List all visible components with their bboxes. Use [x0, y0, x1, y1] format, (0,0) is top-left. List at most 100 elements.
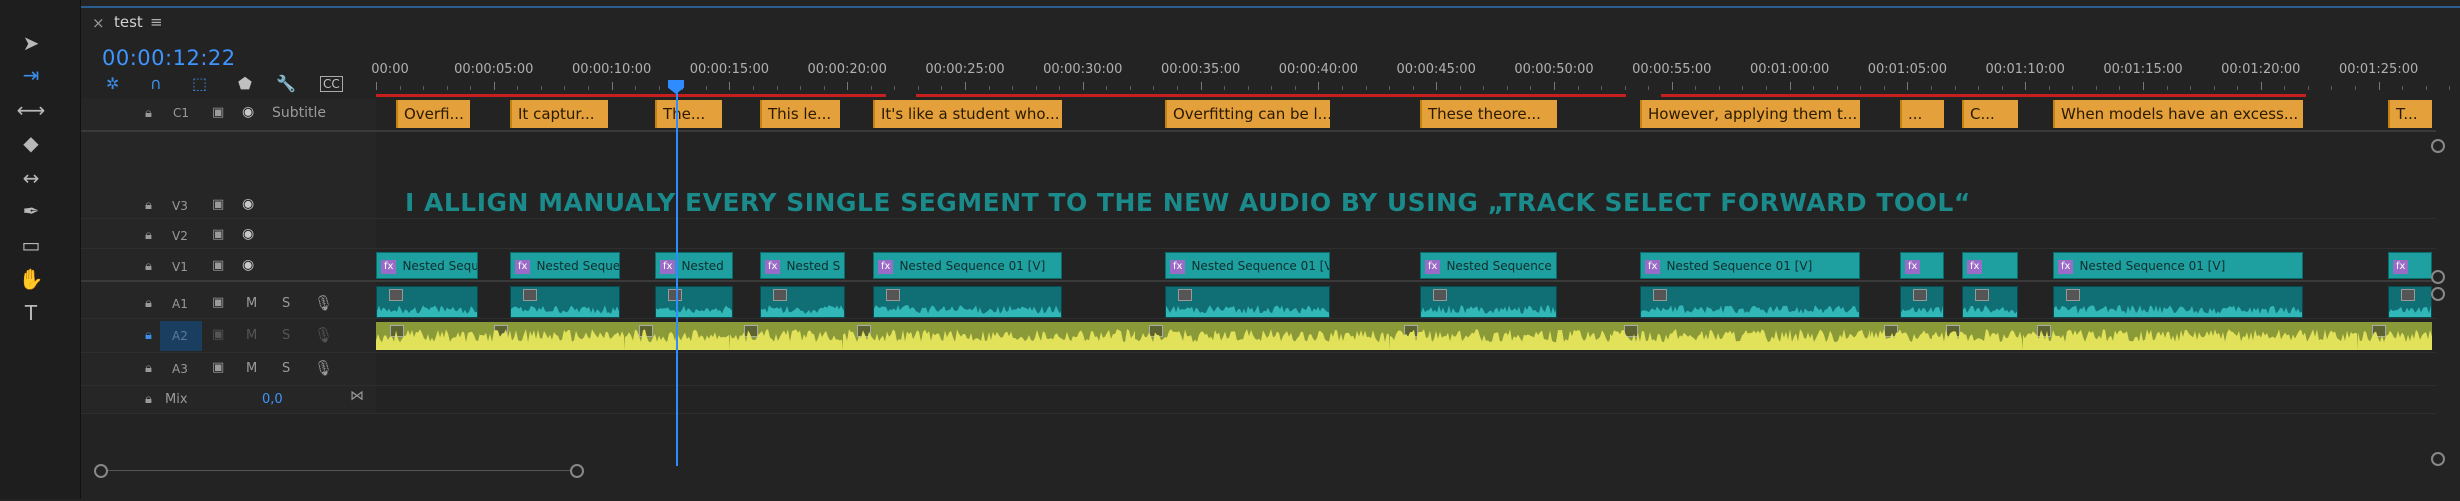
a1-lock-icon[interactable]: 🔒︎	[145, 296, 152, 311]
v1-eye-icon[interactable]: ◉	[242, 257, 254, 273]
video-clip[interactable]: fx	[2388, 252, 2432, 279]
v1-sync-lock-icon[interactable]: ▣	[212, 258, 224, 273]
video-clip[interactable]: fx Nested Sequ	[376, 252, 478, 279]
playhead-timecode[interactable]: 00:00:12:22	[102, 46, 236, 70]
ripple-edit-tool-icon[interactable]: ⟷	[17, 97, 46, 123]
subtitle-clip[interactable]: It's like a student who...	[873, 100, 1062, 128]
a3-voiceover-mic-icon[interactable]: 🎙︎	[314, 359, 333, 377]
a3-sync-lock-icon[interactable]: ▣	[212, 360, 224, 375]
time-ruler[interactable]: 00:00 00:00:05:00 00:00:10:00 00:00:15:00 00…	[371, 62, 2451, 97]
v3-lock-icon[interactable]: 🔒︎	[145, 198, 152, 213]
tab-close-icon[interactable]: ×	[92, 14, 105, 32]
slip-tool-icon[interactable]: ↔	[18, 165, 44, 191]
scroll-right-handle[interactable]	[570, 464, 584, 478]
v1-track-id[interactable]: V1	[172, 260, 188, 274]
audio-clip-a2[interactable]	[1135, 322, 1390, 350]
a2-solo-button[interactable]: S	[282, 328, 290, 343]
a2-sync-lock-icon[interactable]: ▣	[212, 327, 224, 342]
playhead-line[interactable]	[676, 82, 678, 466]
audio-clip-a1[interactable]	[376, 286, 478, 318]
subtitle-clip[interactable]: These theore...	[1420, 100, 1557, 128]
linked-selection-icon[interactable]: ⬚	[192, 74, 207, 93]
scroll-left-handle[interactable]	[94, 464, 108, 478]
audio-vertical-scroll-handle-bottom[interactable]	[2431, 452, 2445, 466]
a3-track-id[interactable]: A3	[172, 362, 188, 376]
audio-clip-a2[interactable]	[1932, 322, 2023, 350]
a1-track-id[interactable]: A1	[172, 297, 188, 311]
audio-clip-a1[interactable]	[1165, 286, 1330, 318]
v2-sync-lock-icon[interactable]: ▣	[212, 227, 224, 242]
audio-clip-a1[interactable]	[1962, 286, 2018, 318]
subtitle-clip[interactable]: Overfi...	[396, 100, 470, 128]
tab-menu-icon[interactable]: ≡	[150, 13, 163, 31]
v3-eye-icon[interactable]: ◉	[242, 196, 254, 212]
audio-clip-a1[interactable]	[1900, 286, 1944, 318]
video-clip[interactable]: fx	[1900, 252, 1944, 279]
v2-track-id[interactable]: V2	[172, 229, 188, 243]
audio-clip-a1[interactable]	[2388, 286, 2432, 318]
a1-voiceover-mic-icon[interactable]: 🎙︎	[314, 294, 333, 312]
subtitle-clip[interactable]: When models have an excess...	[2053, 100, 2303, 128]
captions-cc-icon[interactable]: CC	[320, 76, 343, 92]
snap-magnet-icon[interactable]: ∩	[150, 74, 162, 93]
audio-clip-a2[interactable]	[2358, 322, 2432, 350]
a2-track-id[interactable]: A2	[172, 329, 188, 343]
mix-volume-value[interactable]: 0,0	[262, 392, 283, 407]
razor-tool-icon[interactable]: ◆	[18, 130, 44, 156]
a2-voiceover-mic-icon[interactable]: 🎙︎	[314, 326, 333, 344]
video-clip[interactable]: fx	[1962, 252, 2018, 279]
video-clip[interactable]: fx Nested Sequence 0	[1420, 252, 1557, 279]
audio-vertical-scroll-handle[interactable]	[2431, 287, 2445, 301]
audio-clip-a2[interactable]	[376, 322, 480, 350]
audio-clip-a1[interactable]	[1640, 286, 1860, 318]
audio-clip-a1[interactable]	[655, 286, 733, 318]
sequence-tab-name[interactable]: test	[114, 13, 143, 31]
a3-solo-button[interactable]: S	[282, 361, 290, 376]
subtitle-clip[interactable]: ...	[1900, 100, 1944, 128]
v2-lock-icon[interactable]: 🔒︎	[145, 228, 152, 243]
v1-lock-icon[interactable]: 🔒︎	[145, 259, 152, 274]
video-clip[interactable]: fx Nested	[655, 252, 733, 279]
track-select-forward-tool-icon[interactable]: ⇥	[18, 62, 44, 88]
timeline-settings-wrench-icon[interactable]: 🔧	[276, 74, 296, 93]
c1-sync-lock-icon[interactable]: ▣	[212, 105, 224, 120]
subtitle-clip[interactable]: The...	[655, 100, 722, 128]
mix-pan-icon[interactable]: ⋈	[350, 388, 364, 404]
selection-tool-icon[interactable]: ➤	[18, 30, 44, 56]
video-clip[interactable]: fx Nested Sequence 01 [V]	[1165, 252, 1330, 279]
audio-clip-a1[interactable]	[873, 286, 1062, 318]
audio-clip-a2[interactable]	[1390, 322, 1610, 350]
mix-lock-icon[interactable]: 🔒︎	[145, 392, 152, 407]
hand-tool-icon[interactable]: ✋	[18, 266, 44, 292]
subtitle-clip[interactable]: T...	[2388, 100, 2432, 128]
a3-mute-button[interactable]: M	[246, 361, 257, 376]
a3-lock-icon[interactable]: 🔒︎	[145, 361, 152, 376]
audio-clip-a1[interactable]	[510, 286, 620, 318]
nest-toggle-icon[interactable]: ✲	[106, 74, 119, 93]
horizontal-zoom-scrollbar[interactable]	[94, 464, 584, 479]
audio-clip-a1[interactable]	[2053, 286, 2303, 318]
c1-lock-icon[interactable]: 🔒︎	[145, 106, 152, 121]
a1-sync-lock-icon[interactable]: ▣	[212, 295, 224, 310]
pen-tool-icon[interactable]: ✒	[18, 198, 44, 224]
audio-clip-a2[interactable]	[1870, 322, 1932, 350]
video-clip[interactable]: fx Nested Sequence 01 [V]	[1640, 252, 1860, 279]
add-marker-icon[interactable]: ⬟	[238, 74, 252, 93]
subtitle-clip[interactable]: It captur...	[510, 100, 608, 128]
audio-clip-a2[interactable]	[843, 322, 1135, 350]
video-clip[interactable]: fx Nested Seque	[510, 252, 620, 279]
video-clip[interactable]: fx Nested Sequence 01 [V]	[2053, 252, 2303, 279]
video-vertical-scroll-handle-bottom[interactable]	[2431, 270, 2445, 284]
a1-mute-button[interactable]: M	[246, 296, 257, 311]
type-tool-icon[interactable]: T	[18, 300, 44, 326]
a1-solo-button[interactable]: S	[282, 296, 290, 311]
v3-track-id[interactable]: V3	[172, 199, 188, 213]
a2-mute-button[interactable]: M	[246, 328, 257, 343]
video-clip[interactable]: fx Nested S	[760, 252, 845, 279]
video-vertical-scroll-handle[interactable]	[2431, 139, 2445, 153]
audio-clip-a2[interactable]	[480, 322, 625, 350]
audio-clip-a2[interactable]	[1610, 322, 1870, 350]
v2-eye-icon[interactable]: ◉	[242, 226, 254, 242]
audio-clip-a2[interactable]	[2023, 322, 2358, 350]
audio-clip-a1[interactable]	[760, 286, 845, 318]
